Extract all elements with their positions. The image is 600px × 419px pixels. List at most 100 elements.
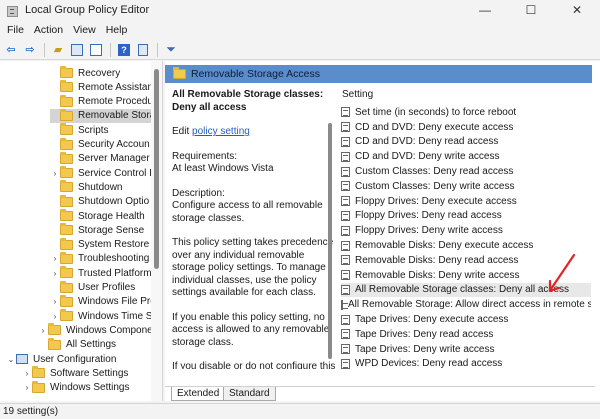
tab-extended[interactable]: Extended <box>171 387 226 401</box>
expand-chevron-icon[interactable]: ⌄ <box>6 355 16 364</box>
expand-chevron-icon[interactable]: › <box>50 312 60 321</box>
tree-item-label: Server Manager <box>78 153 150 165</box>
tree-item-label: Windows File Pro <box>78 296 156 308</box>
setting-row[interactable]: Floppy Drives: Deny write access <box>341 223 591 238</box>
edit-policy-line: Edit policy setting <box>172 126 338 139</box>
setting-label: Removable Disks: Deny write access <box>355 269 520 281</box>
policy-setting-icon <box>341 240 350 251</box>
tree-item[interactable]: › Windows Compone <box>38 323 162 337</box>
policy-setting-icon <box>341 358 350 369</box>
description-scrollbar[interactable] <box>325 123 335 373</box>
setting-row[interactable]: All Removable Storage: Allow direct acce… <box>341 297 591 312</box>
setting-row[interactable]: Custom Classes: Deny read access <box>341 164 591 179</box>
setting-column-header[interactable]: Setting <box>342 89 373 100</box>
tree-item-label: Trusted Platform <box>78 267 152 279</box>
tree-item[interactable]: › Windows File Pro <box>50 294 162 309</box>
properties-icon[interactable] <box>135 42 151 58</box>
setting-row[interactable]: WPD Devices: Deny read access <box>341 357 591 371</box>
toolbar-separator <box>157 42 158 57</box>
folder-icon <box>60 180 73 193</box>
folder-icon <box>60 309 73 322</box>
folder-icon <box>60 280 73 293</box>
back-arrow-icon[interactable]: ⇦ <box>3 42 19 58</box>
description-block: Description: Configure access to all rem… <box>172 188 338 226</box>
setting-label: CD and DVD: Deny execute access <box>355 121 514 133</box>
tree-item[interactable]: Server Manager <box>50 151 162 166</box>
policy-setting-icon <box>341 151 350 162</box>
policy-setting-icon <box>341 196 350 207</box>
maximize-button[interactable]: ☐ <box>508 0 554 20</box>
expand-chevron-icon[interactable]: › <box>38 326 48 335</box>
tree-scrollbar-thumb[interactable] <box>154 69 159 269</box>
folder-icon <box>60 223 73 236</box>
edit-policy-link[interactable]: policy setting <box>192 126 250 137</box>
forward-arrow-icon[interactable]: ⇨ <box>22 42 38 58</box>
minimize-button[interactable]: — <box>462 0 508 20</box>
setting-row[interactable]: Removable Disks: Deny execute access <box>341 238 591 253</box>
setting-row[interactable]: Removable Disks: Deny read access <box>341 253 591 268</box>
expand-chevron-icon[interactable]: › <box>22 383 32 392</box>
tree-item-label: Removable Stora <box>78 110 156 122</box>
menu-view[interactable]: View <box>68 24 101 36</box>
user-config-icon <box>16 354 28 364</box>
expand-chevron-icon[interactable]: › <box>22 369 32 378</box>
setting-row[interactable]: Tape Drives: Deny read access <box>341 327 591 342</box>
menu-file[interactable]: File <box>2 24 29 36</box>
setting-row[interactable]: Removable Disks: Deny write access <box>341 268 591 283</box>
setting-row[interactable]: Floppy Drives: Deny read access <box>341 209 591 224</box>
expand-chevron-icon[interactable]: › <box>50 169 60 178</box>
expand-chevron-icon[interactable]: › <box>50 269 60 278</box>
menu-action[interactable]: Action <box>29 24 68 36</box>
tree-item[interactable]: Remote Procedu <box>50 94 162 109</box>
tree-item[interactable]: › Software Settings <box>22 366 162 380</box>
setting-row[interactable]: Tape Drives: Deny write access <box>341 342 591 357</box>
description-p2: This policy setting takes precedence ove… <box>172 237 334 298</box>
setting-label: Custom Classes: Deny read access <box>355 166 514 178</box>
setting-label: CD and DVD: Deny write access <box>355 151 500 163</box>
description-scrollbar-thumb[interactable] <box>328 123 332 359</box>
filter-icon[interactable]: ⏷ <box>163 42 179 58</box>
tree-item[interactable]: Scripts <box>50 123 162 137</box>
tree-item[interactable]: › Windows Time S <box>50 309 162 323</box>
category-title: Removable Storage Access <box>191 68 320 80</box>
setting-row[interactable]: All Removable Storage classes: Deny all … <box>341 282 591 298</box>
setting-row[interactable]: CD and DVD: Deny write access <box>341 149 591 164</box>
show-hide-tree-icon[interactable] <box>69 42 85 58</box>
setting-row[interactable]: CD and DVD: Deny execute access <box>341 120 591 135</box>
toolbar-separator <box>44 42 45 57</box>
tree-item[interactable]: › Windows Settings <box>22 380 162 395</box>
toolbar-separator <box>110 42 111 57</box>
setting-row[interactable]: CD and DVD: Deny read access <box>341 135 591 150</box>
tree-item[interactable]: › Troubleshooting <box>50 251 162 266</box>
tree-item[interactable]: Shutdown Optio <box>50 194 162 209</box>
expand-chevron-icon[interactable]: › <box>50 297 60 306</box>
tree-item[interactable]: Recovery <box>50 66 162 80</box>
tree-item[interactable]: ⌄ User Configuration <box>6 352 162 366</box>
tree-item[interactable]: Storage Health <box>50 209 162 223</box>
setting-row[interactable]: Set time (in seconds) to force reboot <box>341 105 591 120</box>
expand-chevron-icon[interactable]: › <box>50 254 60 263</box>
tree-item[interactable]: System Restore <box>50 237 162 252</box>
export-list-icon[interactable] <box>88 42 104 58</box>
tree-item[interactable]: User Profiles <box>50 280 162 295</box>
folder-icon <box>60 123 73 136</box>
tab-standard[interactable]: Standard <box>223 387 276 401</box>
menu-help[interactable]: Help <box>101 24 133 36</box>
tree-item[interactable]: Storage Sense <box>50 223 162 237</box>
setting-row[interactable]: Floppy Drives: Deny execute access <box>341 194 591 209</box>
up-folder-icon[interactable]: ▰ <box>50 42 66 58</box>
tree-item[interactable]: › Trusted Platform <box>50 266 162 280</box>
tree-scrollbar[interactable] <box>151 61 162 401</box>
setting-row[interactable]: Custom Classes: Deny write access <box>341 179 591 194</box>
tree-item[interactable]: All Settings <box>38 337 162 352</box>
help-icon[interactable]: ? <box>116 42 132 58</box>
setting-row[interactable]: Tape Drives: Deny execute access <box>341 312 591 327</box>
close-button[interactable]: ✕ <box>554 0 600 20</box>
tree-item[interactable]: Removable Stora <box>50 108 162 123</box>
tree-item[interactable]: › Service Control I <box>50 166 162 180</box>
folder-icon <box>60 166 73 179</box>
policy-setting-icon <box>341 344 350 355</box>
tree-item[interactable]: Remote Assistan <box>50 80 162 94</box>
tree-item[interactable]: Shutdown <box>50 180 162 194</box>
tree-item[interactable]: Security Accoun <box>50 137 162 152</box>
